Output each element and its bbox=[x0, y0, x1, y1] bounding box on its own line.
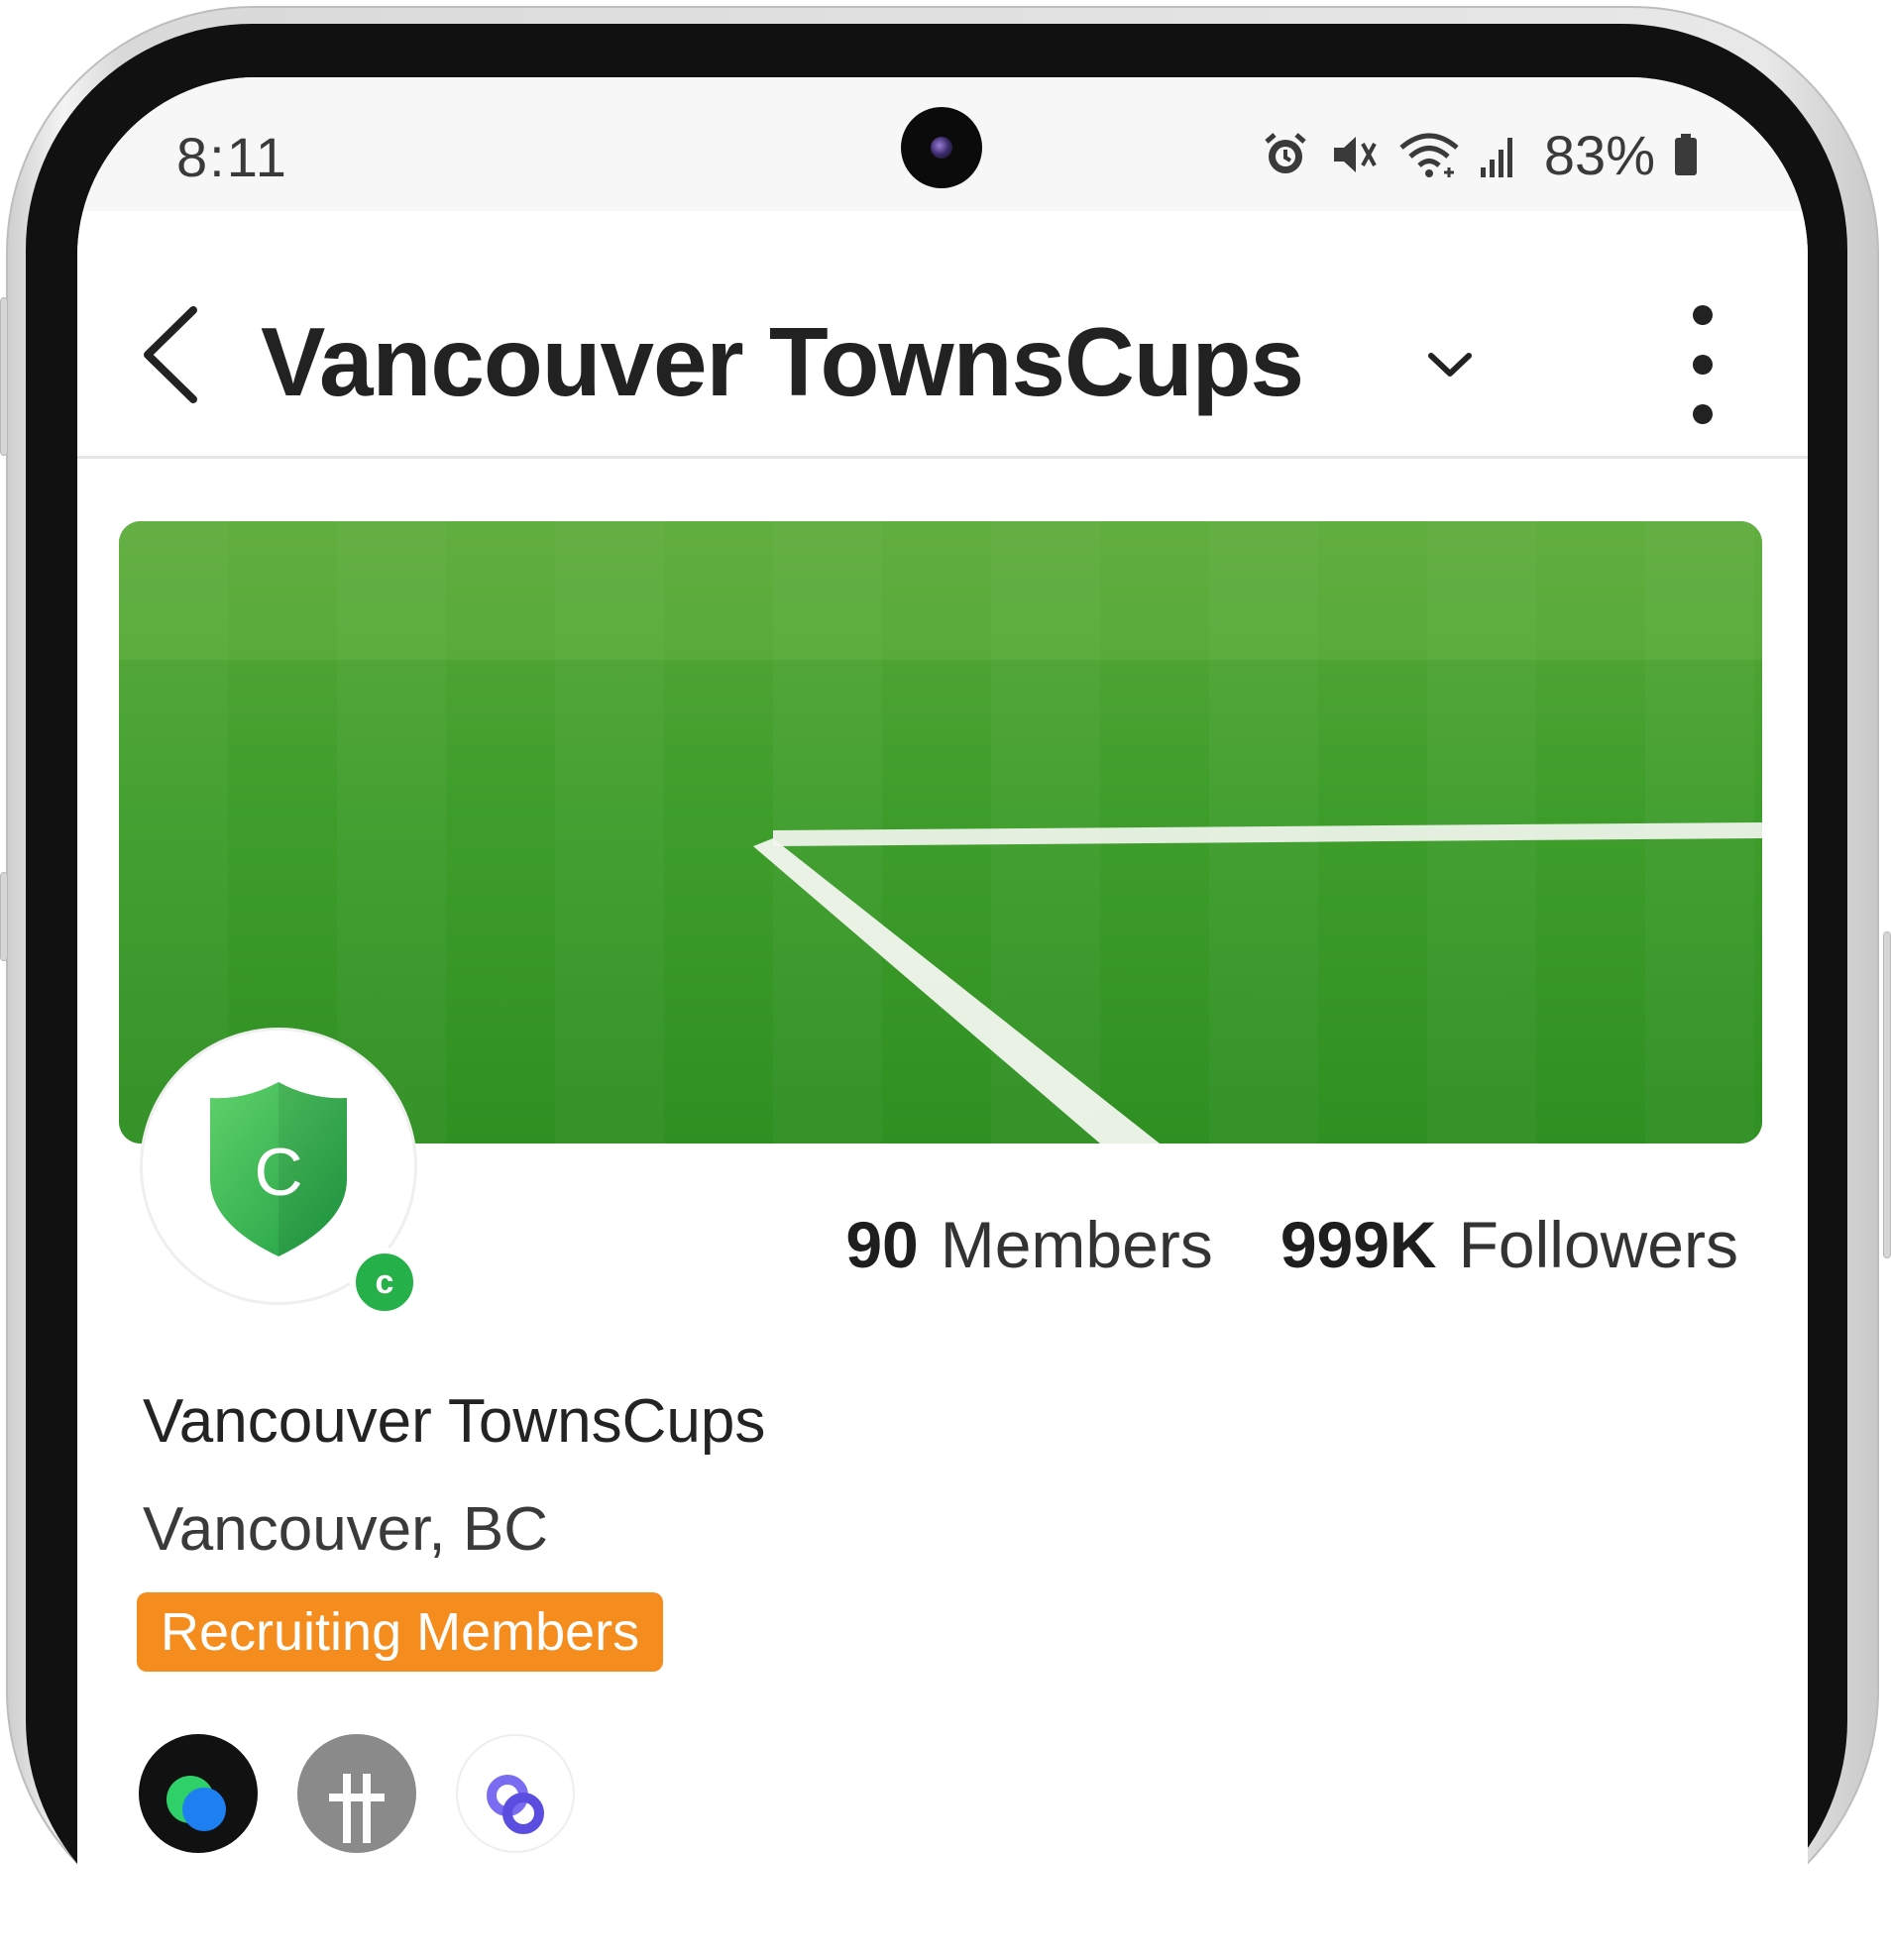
followers-count[interactable]: 999K bbox=[1280, 1207, 1437, 1282]
member-avatar[interactable] bbox=[297, 1734, 416, 1853]
members-count[interactable]: 90 bbox=[845, 1207, 918, 1282]
page-title[interactable]: Vancouver TownsCups bbox=[261, 306, 1304, 418]
avatar-letter: C bbox=[254, 1135, 302, 1210]
link-icon bbox=[487, 1775, 544, 1834]
more-vert-icon-dot bbox=[1693, 355, 1713, 375]
members-label[interactable]: Members bbox=[941, 1207, 1213, 1282]
status-bar: 8:11 83% bbox=[77, 77, 1808, 211]
back-button[interactable] bbox=[132, 300, 211, 409]
volume-button bbox=[0, 297, 8, 456]
wifi-icon bbox=[1399, 133, 1459, 177]
alarm-icon bbox=[1265, 133, 1306, 173]
side-button bbox=[0, 872, 8, 961]
title-dropdown-button[interactable] bbox=[1425, 348, 1475, 383]
front-camera bbox=[901, 107, 982, 188]
app-bar: Vancouver TownsCups bbox=[77, 211, 1808, 459]
more-options-button[interactable] bbox=[1683, 305, 1723, 424]
hashtag-icon bbox=[329, 1774, 385, 1843]
member-avatars bbox=[139, 1734, 575, 1853]
app-logo-icon bbox=[167, 1776, 226, 1831]
member-avatar[interactable] bbox=[139, 1734, 258, 1853]
member-avatar[interactable] bbox=[456, 1734, 575, 1853]
club-name: Vancouver TownsCups bbox=[143, 1387, 766, 1456]
status-icons: 83% bbox=[1261, 123, 1699, 186]
battery-percent: 83% bbox=[1543, 123, 1655, 186]
power-button bbox=[1883, 931, 1891, 1258]
recruiting-badge[interactable]: Recruiting Members bbox=[137, 1592, 664, 1672]
club-location: Vancouver, BC bbox=[143, 1495, 548, 1564]
screen: 8:11 83% Vancouver TownsCups C c 90 Memb… bbox=[77, 77, 1808, 1960]
signal-icon bbox=[1480, 138, 1512, 177]
back-icon bbox=[144, 306, 197, 403]
verified-badge: c bbox=[350, 1248, 419, 1317]
chevron-down-icon bbox=[1428, 353, 1472, 377]
followers-label[interactable]: Followers bbox=[1459, 1207, 1738, 1282]
more-vert-icon-dot bbox=[1693, 404, 1713, 424]
status-time: 8:11 bbox=[176, 126, 288, 188]
mute-icon bbox=[1333, 137, 1377, 172]
more-vert-icon bbox=[1693, 305, 1713, 325]
club-stats: 90 Members 999K Followers bbox=[845, 1207, 1738, 1282]
battery-icon bbox=[1675, 134, 1697, 175]
